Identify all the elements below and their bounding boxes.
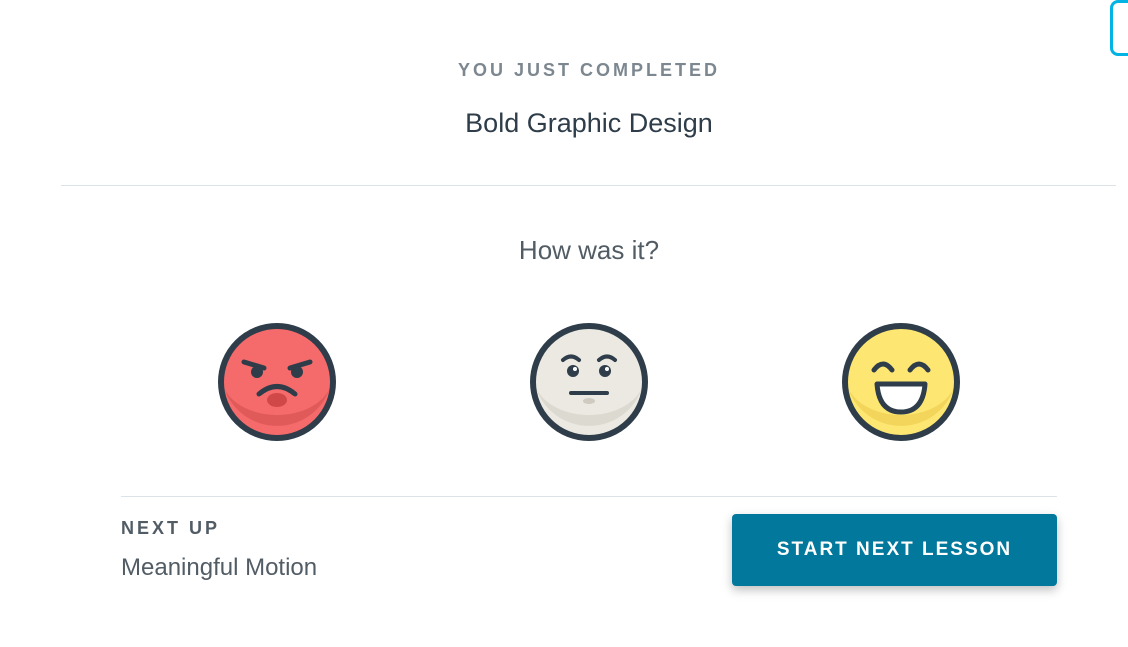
- completed-label: YOU JUST COMPLETED: [457, 60, 721, 80]
- start-next-lesson-button[interactable]: START NEXT LESSON: [732, 514, 1057, 586]
- happy-face-icon: [842, 323, 960, 441]
- next-up-label: NEXT UP: [121, 518, 221, 538]
- rating-good-button[interactable]: [841, 322, 961, 442]
- neutral-face-icon: [530, 323, 648, 441]
- next-lesson-title: Meaningful Motion: [121, 554, 318, 581]
- rating-bad-button[interactable]: [217, 322, 337, 442]
- divider: [121, 496, 1057, 497]
- lesson-complete-page: YOU JUST COMPLETED Bold Graphic Design H…: [0, 0, 1128, 647]
- divider: [61, 185, 1116, 186]
- completed-lesson-title: Bold Graphic Design: [465, 108, 713, 138]
- angry-face-icon: [218, 323, 336, 441]
- corner-control[interactable]: [1110, 0, 1128, 56]
- rating-question: How was it?: [518, 235, 660, 265]
- rating-neutral-button[interactable]: [529, 322, 649, 442]
